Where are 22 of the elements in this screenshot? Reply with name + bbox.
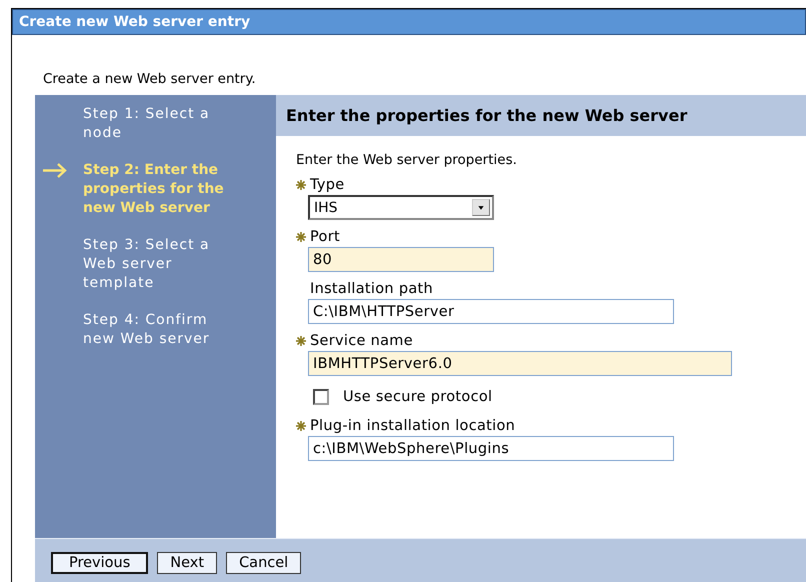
- input-field[interactable]: C:\IBM\HTTPServer: [308, 299, 674, 324]
- input-field[interactable]: IBMHTTPServer6.0: [308, 351, 732, 376]
- checkbox-label: Use secure protocol: [343, 389, 492, 405]
- wizard-button[interactable]: Cancel: [226, 552, 302, 574]
- step-item[interactable]: Step 1: Select a node: [83, 105, 233, 143]
- input-field[interactable]: c:\IBM\WebSphere\Plugins: [308, 436, 674, 461]
- step-item[interactable]: Step 3: Select a Web server template: [83, 236, 233, 293]
- input-field[interactable]: 80: [308, 247, 494, 272]
- step-item[interactable]: Step 4: Confirm new Web server: [83, 311, 233, 349]
- wizard-button[interactable]: Next: [157, 552, 218, 574]
- description-text: Create a new Web server entry.: [43, 71, 256, 87]
- intro-text: Enter the Web server properties.: [296, 152, 517, 168]
- panel-header: Enter the properties for the new Web server: [276, 95, 806, 136]
- wizard-button[interactable]: Previous: [51, 552, 148, 574]
- field-label: Installation path: [310, 281, 433, 297]
- checkbox[interactable]: [313, 389, 329, 405]
- field-label: Port: [310, 229, 340, 245]
- window-title: Create new Web server entry: [12, 9, 806, 35]
- field-label: Type: [310, 177, 345, 193]
- field-label: Plug-in installation location: [310, 418, 516, 434]
- field-label: Service name: [310, 333, 413, 349]
- type-dropdown[interactable]: IHS: [308, 195, 494, 220]
